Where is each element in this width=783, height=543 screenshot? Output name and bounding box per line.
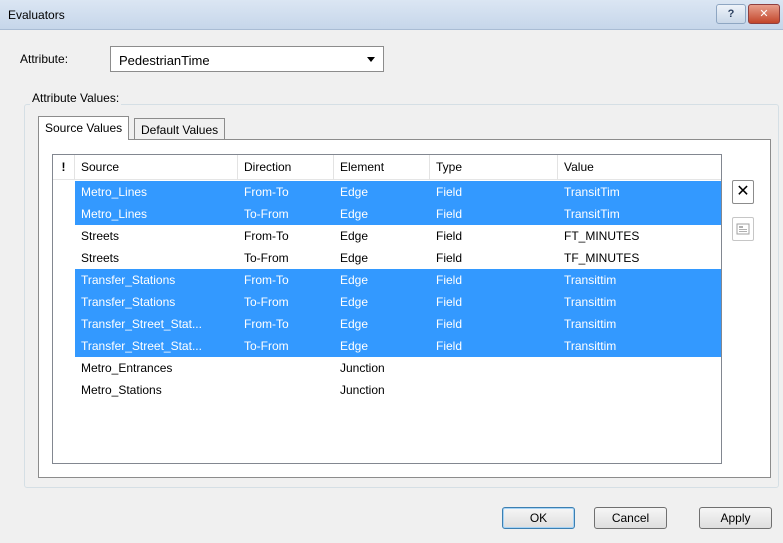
cell-value: TransitTim xyxy=(564,207,620,221)
delete-button[interactable]: ✕ xyxy=(732,180,754,204)
cell-source: Metro_Entrances xyxy=(81,361,173,375)
column-header-error[interactable]: ! xyxy=(53,155,75,180)
cell-value: FT_MINUTES xyxy=(564,229,640,243)
chevron-down-icon xyxy=(367,57,375,62)
table-row[interactable]: Transfer_Street_Stat... To-From Edge Field T… xyxy=(53,335,721,357)
close-icon: ✕ xyxy=(759,8,769,20)
cell-type xyxy=(430,357,558,379)
cell-value: Transittim xyxy=(564,339,617,353)
cell-type: Field xyxy=(436,229,463,243)
tab-default-values[interactable]: Default Values xyxy=(134,118,226,140)
cell-value: Transittim xyxy=(564,273,617,287)
table-row[interactable]: Streets To-From Edge Field TF_MINUTES xyxy=(53,247,721,269)
cell-element: Edge xyxy=(340,295,369,309)
cell-source: Transfer_Street_Stat... xyxy=(81,339,202,353)
cell-direction: From-To xyxy=(244,317,289,331)
help-button[interactable]: ? xyxy=(716,4,746,24)
cancel-button[interactable]: Cancel xyxy=(594,507,667,529)
help-icon: ? xyxy=(727,8,735,20)
close-button[interactable]: ✕ xyxy=(748,4,780,24)
column-header-value[interactable]: Value xyxy=(558,155,721,180)
cell-type: Field xyxy=(436,295,463,309)
cell-direction: From-To xyxy=(244,273,289,287)
table-row[interactable]: Metro_Lines To-From Edge Field TransitTim xyxy=(53,203,721,225)
table-row[interactable]: Metro_Stations Junction xyxy=(53,379,721,401)
cell-source: Transfer_Street_Stat... xyxy=(81,317,202,331)
cell-direction xyxy=(238,357,334,379)
cell-element: Junction xyxy=(340,361,385,375)
table-row[interactable]: Transfer_Street_Stat... From-To Edge Field T… xyxy=(53,313,721,335)
cell-direction: To-From xyxy=(244,295,289,309)
cell-type: Field xyxy=(436,185,463,199)
column-header-type[interactable]: Type xyxy=(430,155,558,180)
cell-value xyxy=(558,379,721,401)
cell-value: Transittim xyxy=(564,317,617,331)
cell-element: Edge xyxy=(340,251,369,265)
cell-type xyxy=(430,379,558,401)
cell-element: Junction xyxy=(340,383,385,397)
cell-value: TransitTim xyxy=(564,185,620,199)
attribute-values-label: Attribute Values: xyxy=(30,91,122,105)
apply-button[interactable]: Apply xyxy=(699,507,772,529)
cell-type: Field xyxy=(436,251,463,265)
cell-element: Edge xyxy=(340,229,369,243)
tab-label: Default Values xyxy=(141,123,219,137)
table-row[interactable]: Streets From-To Edge Field FT_MINUTES xyxy=(53,225,721,247)
cell-direction: From-To xyxy=(244,185,289,199)
source-values-grid[interactable]: ! Source Direction Element Type Value Me… xyxy=(52,154,722,464)
cell-element: Edge xyxy=(340,339,369,353)
window-title: Evaluators xyxy=(8,8,65,22)
column-header-direction[interactable]: Direction xyxy=(238,155,334,180)
cell-direction: To-From xyxy=(244,251,289,265)
attribute-dropdown-value: PedestrianTime xyxy=(119,53,210,68)
cell-element: Edge xyxy=(340,317,369,331)
cell-direction xyxy=(238,379,334,401)
ok-button[interactable]: OK xyxy=(502,507,575,529)
row-indicator-cell xyxy=(53,313,75,335)
grid-header: ! Source Direction Element Type Value xyxy=(53,155,721,180)
cell-source: Streets xyxy=(81,229,120,243)
cell-source: Metro_Lines xyxy=(81,185,148,199)
title-bar: Evaluators ? ✕ xyxy=(0,0,783,30)
cell-value xyxy=(558,357,721,379)
cell-source: Metro_Stations xyxy=(81,383,162,397)
cell-source: Transfer_Stations xyxy=(81,295,176,309)
cell-type: Field xyxy=(436,339,463,353)
close-x-icon: ✕ xyxy=(736,183,750,200)
table-row[interactable]: Metro_Lines From-To Edge Field TransitTim xyxy=(53,181,721,203)
cell-type: Field xyxy=(436,317,463,331)
properties-button[interactable] xyxy=(732,217,754,241)
cell-type: Field xyxy=(436,207,463,221)
attribute-dropdown[interactable]: PedestrianTime xyxy=(110,46,384,72)
cell-direction: From-To xyxy=(244,229,289,243)
row-indicator-cell xyxy=(53,335,75,357)
cell-direction: To-From xyxy=(244,339,289,353)
tab-source-values[interactable]: Source Values xyxy=(38,116,130,140)
cell-direction: To-From xyxy=(244,207,289,221)
cell-source: Metro_Lines xyxy=(81,207,148,221)
cell-value: TF_MINUTES xyxy=(564,251,640,265)
cell-element: Edge xyxy=(340,273,369,287)
table-row[interactable]: Transfer_Stations From-To Edge Field Transit… xyxy=(53,269,721,291)
row-indicator-cell xyxy=(53,203,75,225)
column-header-source[interactable]: Source xyxy=(75,155,238,180)
attribute-label: Attribute: xyxy=(20,52,69,66)
row-indicator-cell xyxy=(53,291,75,313)
cell-element: Edge xyxy=(340,207,369,221)
cell-value: Transittim xyxy=(564,295,617,309)
cell-source: Streets xyxy=(81,251,120,265)
row-indicator-cell xyxy=(53,269,75,291)
cell-type: Field xyxy=(436,273,463,287)
properties-icon xyxy=(736,223,750,235)
table-row[interactable]: Transfer_Stations To-From Edge Field Transit… xyxy=(53,291,721,313)
cell-element: Edge xyxy=(340,185,369,199)
tab-label: Source Values xyxy=(45,121,123,135)
row-indicator-cell xyxy=(53,181,75,203)
cell-source: Transfer_Stations xyxy=(81,273,176,287)
column-header-element[interactable]: Element xyxy=(334,155,430,180)
table-row[interactable]: Metro_Entrances Junction xyxy=(53,357,721,379)
